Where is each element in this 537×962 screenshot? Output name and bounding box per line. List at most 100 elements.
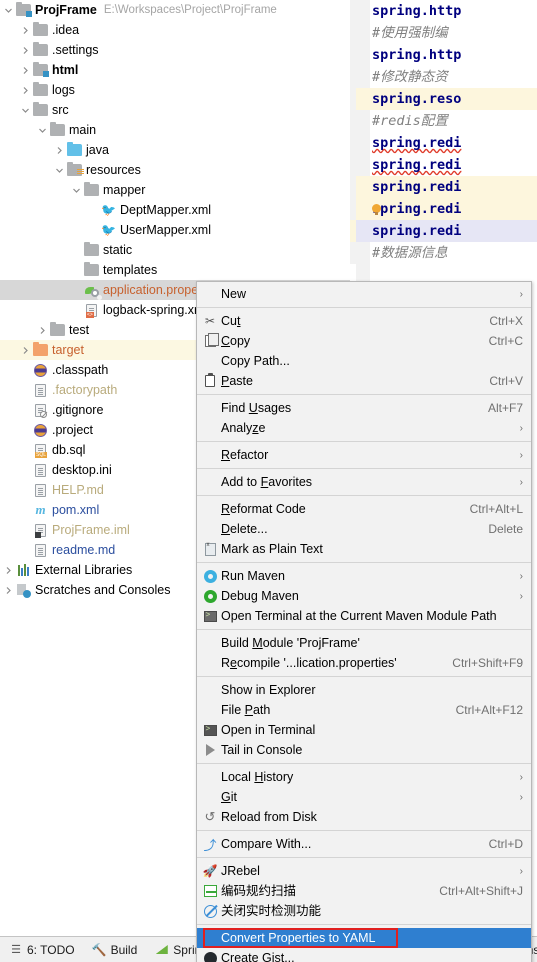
menu-item[interactable]: 🚀 JRebel › (197, 861, 531, 881)
menu-item-shortcut: Alt+F7 (487, 401, 523, 415)
chevron-right-icon[interactable] (19, 40, 32, 60)
folder-icon (83, 182, 100, 198)
menu-item-label: Add to Favorites (221, 474, 313, 489)
chevron-right-icon: › (519, 590, 523, 602)
chevron-down-icon[interactable] (2, 0, 15, 20)
menu-item[interactable]: Mark as Plain Text (197, 539, 531, 559)
menu-item[interactable]: ✂ Cut Ctrl+X (197, 311, 531, 331)
chevron-right-icon[interactable] (2, 580, 15, 600)
tree-item-label: .project (52, 422, 93, 437)
folder-icon (49, 322, 66, 338)
editor-line[interactable]: 18spring.reso (318, 88, 537, 110)
tree-row[interactable]: .settings (0, 40, 350, 60)
editor-line[interactable]: 16spring.http (318, 44, 537, 66)
menu-item[interactable]: Reformat Code Ctrl+Alt+L (197, 499, 531, 519)
menu-item[interactable]: Debug Maven › (197, 586, 531, 606)
menu-separator (197, 857, 531, 858)
tree-item-label: db.sql (52, 442, 86, 457)
tree-row[interactable]: mapper (0, 180, 350, 200)
tool-window-button-label: 6: TODO (27, 942, 75, 957)
folder-resources-icon (66, 162, 84, 178)
chevron-down-icon[interactable] (70, 180, 83, 200)
chevron-right-icon[interactable] (19, 60, 32, 80)
scan-icon (199, 885, 221, 897)
ban-icon (199, 904, 221, 918)
menu-item[interactable]: Show in Explorer (197, 680, 531, 700)
editor-line[interactable]: 14spring.http (318, 0, 537, 22)
tool-window-button[interactable]: 🔨 Build (84, 937, 147, 962)
tree-row[interactable]: logs (0, 80, 350, 100)
editor-line[interactable]: 19#redis配置 (318, 110, 537, 132)
terminal-sm-icon (199, 724, 221, 736)
menu-item[interactable]: Run Maven › (197, 566, 531, 586)
chevron-right-icon[interactable] (19, 340, 32, 360)
tree-row[interactable]: 🐦 UserMapper.xml (0, 220, 350, 240)
folder-source-icon (66, 142, 83, 158)
tree-row[interactable]: .idea (0, 20, 350, 40)
menu-item[interactable]: Copy Path... (197, 351, 531, 371)
tree-row[interactable]: java (0, 140, 350, 160)
menu-item[interactable]: Refactor › (197, 445, 531, 465)
menu-item[interactable]: Copy Ctrl+C (197, 331, 531, 351)
menu-item[interactable]: Tail in Console (197, 740, 531, 760)
tree-item-label: .idea (52, 22, 80, 37)
chevron-right-icon[interactable] (53, 140, 66, 160)
menu-item[interactable]: Open in Terminal (197, 720, 531, 740)
chevron-right-icon[interactable] (19, 20, 32, 40)
menu-item[interactable]: Local History › (197, 767, 531, 787)
menu-item[interactable]: Paste Ctrl+V (197, 371, 531, 391)
menu-item[interactable]: Add to Favorites › (197, 472, 531, 492)
menu-item[interactable]: ↺ Reload from Disk (197, 807, 531, 827)
menu-item[interactable]: File Path Ctrl+Alt+F12 (197, 700, 531, 720)
editor-line[interactable]: 24spring.redi (318, 220, 537, 242)
menu-item[interactable]: Recompile '...lication.properties' Ctrl+S… (197, 653, 531, 673)
menu-item[interactable]: Git › (197, 787, 531, 807)
scissors-icon: ✂ (204, 314, 216, 328)
menu-item[interactable]: Delete... Delete (197, 519, 531, 539)
chevron-right-icon[interactable] (2, 560, 15, 580)
menu-item[interactable]: Find Usages Alt+F7 (197, 398, 531, 418)
editor-line[interactable]: 20spring.redi (318, 132, 537, 154)
menu-item[interactable]: 编码规约扫描 Ctrl+Alt+Shift+J (197, 881, 531, 901)
tree-row[interactable]: main (0, 120, 350, 140)
menu-item-label: Git (221, 789, 237, 804)
menu-item[interactable]: Build Module 'ProjFrame' (197, 633, 531, 653)
chevron-right-icon[interactable] (19, 80, 32, 100)
folder-excluded-icon (32, 342, 49, 358)
chevron-down-icon[interactable] (53, 160, 66, 180)
editor-line[interactable]: 22spring.redi (318, 176, 537, 198)
tree-row[interactable]: resources (0, 160, 350, 180)
editor-line[interactable]: 17#修改静态资 (318, 66, 537, 88)
tree-row[interactable]: src (0, 100, 350, 120)
menu-item[interactable]: Convert Properties to YAML (197, 928, 531, 948)
chevron-down-icon[interactable] (19, 100, 32, 120)
menu-item[interactable]: Create Gist... (197, 948, 531, 962)
menu-item[interactable]: Analyze › (197, 418, 531, 438)
tree-row[interactable]: static (0, 240, 350, 260)
editor-line[interactable]: 23spring.redi (318, 198, 537, 220)
tool-window-button[interactable]: ☰ 6: TODO (0, 937, 84, 962)
chevron-down-icon[interactable] (36, 120, 49, 140)
folder-icon (49, 122, 66, 138)
context-menu[interactable]: New › ✂ Cut Ctrl+X Copy Ctrl+C Copy Path... Past… (196, 281, 532, 962)
paste-icon (199, 373, 221, 387)
file-icon (32, 542, 49, 558)
tree-row[interactable]: html (0, 60, 350, 80)
editor-line[interactable]: 21spring.redi (318, 154, 537, 176)
chevron-right-icon[interactable] (36, 320, 49, 340)
menu-item[interactable]: ⤴ Compare With... Ctrl+D (197, 834, 531, 854)
tree-row[interactable]: templates (0, 260, 350, 280)
editor-line[interactable]: 15#使用强制编 (318, 22, 537, 44)
editor-line[interactable]: 25#数据源信息 (318, 242, 537, 264)
tree-row[interactable]: 🐦 DeptMapper.xml (0, 200, 350, 220)
menu-separator (197, 468, 531, 469)
intention-bulb-icon[interactable] (372, 204, 381, 215)
menu-item[interactable]: New › (197, 284, 531, 304)
menu-item-label: Create Gist... (221, 950, 295, 962)
menu-item[interactable]: 关闭实时检测功能 (197, 901, 531, 921)
tree-row-root[interactable]: ProjFrame E:\Workspaces\Project\ProjFram… (0, 0, 350, 20)
menu-item[interactable]: Open Terminal at the Current Maven Modul… (197, 606, 531, 626)
